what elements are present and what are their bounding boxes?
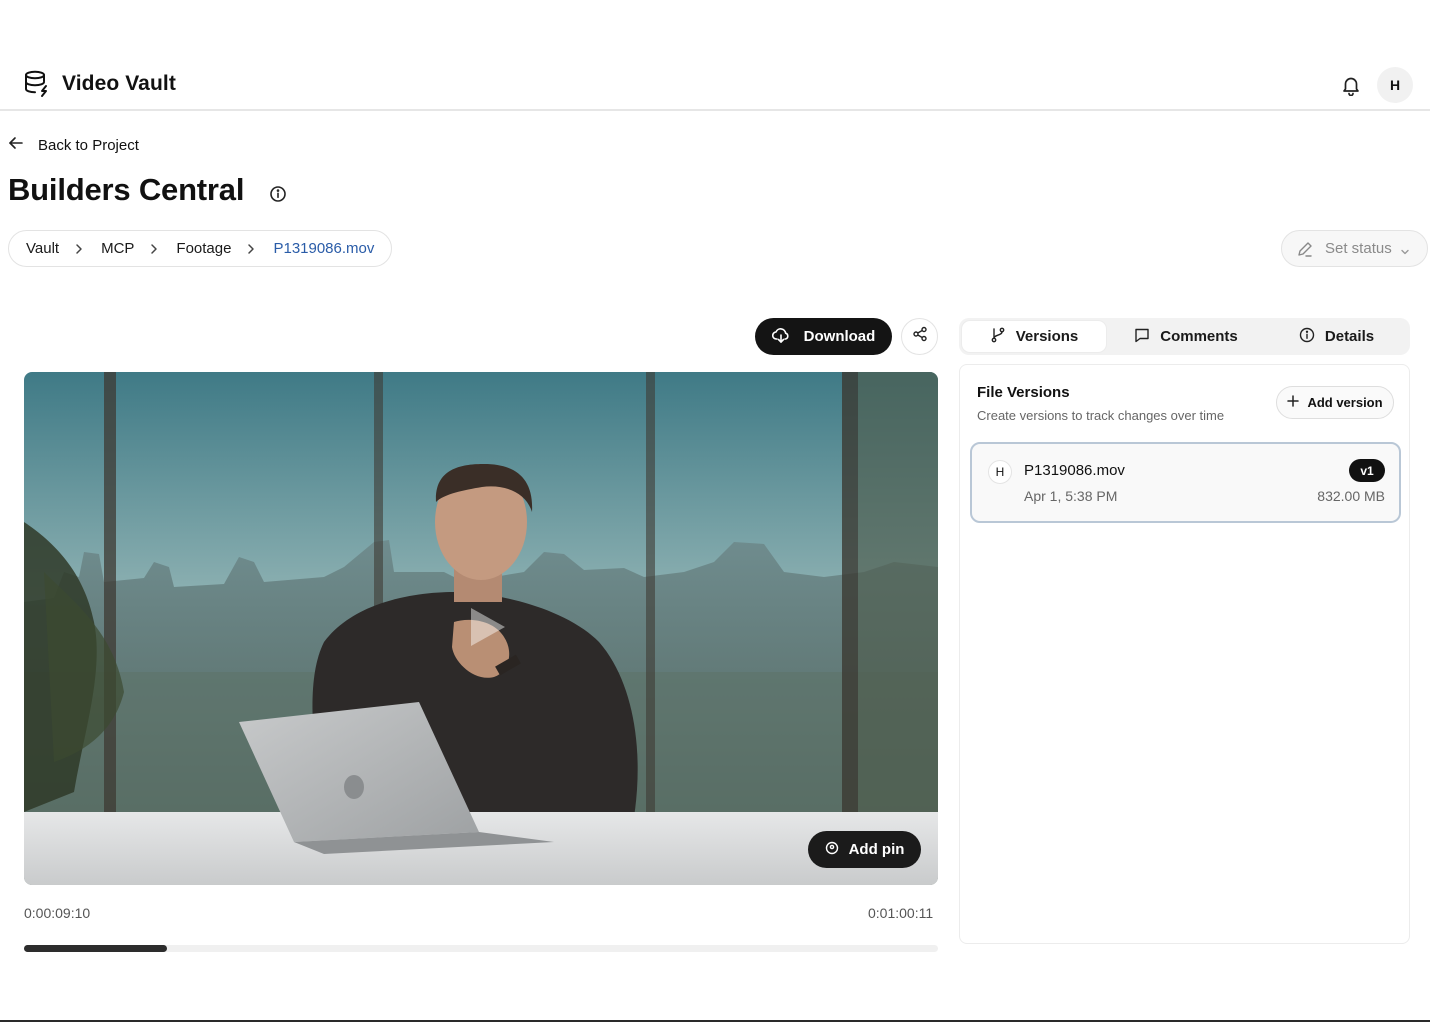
- share-icon: [912, 326, 928, 347]
- panel-title: File Versions: [977, 384, 1070, 401]
- version-card[interactable]: H P1319086.mov Apr 1, 5:38 PM v1 832.00 …: [970, 442, 1401, 523]
- breadcrumb-item-mcp[interactable]: MCP: [101, 240, 134, 257]
- database-icon: [24, 70, 50, 98]
- download-button[interactable]: Download: [755, 318, 892, 355]
- versions-panel: File Versions Create versions to track c…: [959, 364, 1410, 944]
- version-file-name: P1319086.mov: [1024, 462, 1125, 479]
- version-date: Apr 1, 5:38 PM: [1024, 488, 1118, 504]
- side-panel-tabs: Versions Comments Details: [959, 318, 1410, 355]
- download-label: Download: [803, 328, 876, 345]
- tab-comments[interactable]: Comments: [1106, 321, 1266, 352]
- add-pin-button[interactable]: Add pin: [808, 831, 921, 868]
- chevron-right-icon: [74, 243, 84, 255]
- version-badge: v1: [1349, 459, 1385, 482]
- back-to-project-link[interactable]: Back to Project: [8, 135, 139, 155]
- current-time: 0:00:09:10: [24, 905, 91, 921]
- page-title: Builders Central: [8, 172, 245, 207]
- chevron-right-icon: [149, 243, 159, 255]
- add-version-button[interactable]: Add version: [1276, 386, 1394, 419]
- play-icon[interactable]: [461, 602, 511, 652]
- version-size: 832.00 MB: [1317, 488, 1385, 504]
- breadcrumb: Vault MCP Footage P1319086.mov: [8, 230, 393, 267]
- add-pin-label: Add pin: [848, 841, 905, 858]
- arrow-left-icon: [8, 135, 24, 155]
- brand[interactable]: Video Vault: [24, 70, 176, 98]
- video-player[interactable]: Add pin: [24, 372, 938, 885]
- breadcrumb-item-footage[interactable]: Footage: [176, 240, 231, 257]
- author-avatar: H: [988, 460, 1012, 484]
- user-avatar[interactable]: H: [1377, 67, 1413, 103]
- tab-details-label: Details: [1324, 328, 1375, 345]
- chevron-down-icon: [1400, 244, 1410, 254]
- tab-versions-label: Versions: [1015, 328, 1079, 345]
- map-pin-icon: [825, 841, 839, 859]
- info-icon: [1299, 327, 1315, 347]
- comment-icon: [1134, 327, 1150, 347]
- share-button[interactable]: [901, 318, 938, 355]
- set-status-dropdown[interactable]: Set status: [1281, 230, 1428, 267]
- chevron-right-icon: [246, 243, 256, 255]
- app-name: Video Vault: [62, 72, 176, 95]
- tab-details[interactable]: Details: [1266, 321, 1407, 352]
- cloud-download-icon: [771, 326, 790, 348]
- breadcrumb-item-current-file: P1319086.mov: [273, 240, 375, 257]
- tab-versions[interactable]: Versions: [962, 321, 1106, 352]
- breadcrumb-item-vault[interactable]: Vault: [26, 240, 59, 257]
- tab-comments-label: Comments: [1160, 328, 1238, 345]
- top-bar: Video Vault H: [0, 0, 1430, 111]
- bell-icon[interactable]: [1340, 74, 1362, 97]
- pencil-icon: [1297, 241, 1313, 257]
- panel-subtitle: Create versions to track changes over ti…: [977, 408, 1225, 423]
- plus-icon: [1287, 395, 1300, 410]
- set-status-label: Set status: [1325, 240, 1392, 257]
- info-icon[interactable]: [269, 185, 287, 203]
- progress-bar[interactable]: [24, 945, 938, 952]
- progress-fill: [24, 945, 167, 952]
- duration: 0:01:00:11: [868, 905, 934, 921]
- back-label: Back to Project: [38, 136, 139, 154]
- add-version-label: Add version: [1307, 395, 1383, 410]
- git-branch-icon: [990, 327, 1006, 347]
